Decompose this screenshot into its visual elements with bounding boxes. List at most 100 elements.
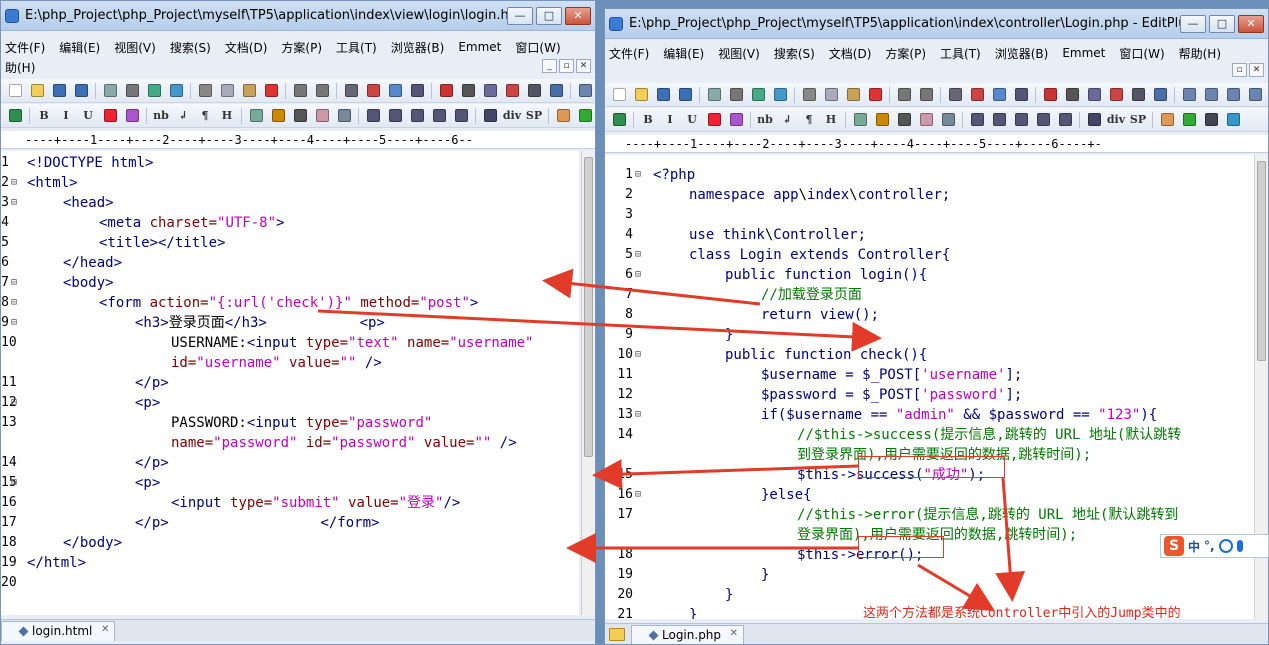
paste-icon[interactable] (843, 86, 863, 104)
left-menu-item[interactable]: 方案(P) (281, 39, 322, 56)
code-line[interactable]: 2 namespace app\index\controller; (605, 185, 1254, 205)
minimize-button[interactable]: — (507, 6, 533, 25)
code-line[interactable]: 17 </p> </form> (1, 513, 579, 533)
settings-icon[interactable] (1150, 86, 1170, 104)
fold-marker-icon[interactable]: ⊟ (635, 485, 641, 505)
code-line[interactable]: 11 $username = $_POST['username']; (605, 365, 1254, 385)
mdi-restore-button[interactable]: ▫ (559, 59, 574, 73)
settings-icon[interactable] (546, 82, 566, 100)
open-folder-icon[interactable] (631, 86, 651, 104)
table-icon[interactable] (363, 107, 383, 125)
code-line[interactable]: 3 ⊟ <head> (1, 193, 579, 213)
div-icon[interactable]: div (502, 107, 522, 125)
cut-icon[interactable] (799, 86, 819, 104)
color-grid-icon[interactable] (122, 107, 142, 125)
print-icon[interactable] (122, 82, 142, 100)
link-icon[interactable] (938, 111, 958, 129)
left-menu-item[interactable]: Emmet (458, 40, 501, 54)
close-button[interactable]: ✕ (1238, 14, 1264, 33)
panel3-icon[interactable] (1223, 86, 1243, 104)
div-text-icon[interactable] (480, 107, 500, 125)
cut-icon[interactable] (195, 82, 215, 100)
code-line[interactable]: 10 USERNAME:<input type="text" name="user… (1, 333, 579, 353)
list-icon[interactable] (290, 107, 310, 125)
list2-icon[interactable] (1055, 111, 1075, 129)
hr-icon[interactable]: H (821, 111, 841, 129)
fold-marker-icon[interactable]: ⊟ (11, 293, 17, 313)
right-menu-item[interactable]: Emmet (1062, 46, 1105, 60)
right-scroll-thumb[interactable] (1257, 161, 1266, 361)
panel2-icon[interactable] (1201, 86, 1221, 104)
table-icon[interactable] (967, 111, 987, 129)
fold-marker-icon[interactable]: ⊟ (11, 173, 17, 193)
code-line[interactable]: 3 (605, 205, 1254, 225)
code-line[interactable]: 17 //$this->error(提示信息,跳转的 URL 地址(默认跳转到 (605, 505, 1254, 525)
comment-icon[interactable] (916, 111, 936, 129)
code-line[interactable]: 13 ⊟ if($username == "admin" && $password … (605, 405, 1254, 425)
tab-close-icon[interactable]: ✕ (730, 628, 738, 639)
div-text-icon[interactable] (1084, 111, 1104, 129)
right-menu-item[interactable]: 工具(T) (940, 45, 981, 62)
image-icon[interactable] (850, 111, 870, 129)
replace-icon[interactable] (363, 82, 383, 100)
list2-icon[interactable] (451, 107, 471, 125)
undo-icon[interactable] (290, 82, 310, 100)
fold-marker-icon[interactable]: ⊟ (635, 245, 641, 265)
browser-icon[interactable] (770, 86, 790, 104)
code-line[interactable]: 20 (1, 573, 579, 593)
left-menu-item[interactable]: 文件(F) (5, 39, 45, 56)
indent-icon[interactable] (407, 82, 427, 100)
span-icon[interactable]: SP (524, 107, 544, 125)
right-menu-item[interactable]: 浏览器(B) (995, 45, 1049, 62)
close-button[interactable]: ✕ (565, 6, 591, 25)
left-menu-item[interactable]: 搜索(S) (170, 39, 211, 56)
code-line[interactable]: 8 ⊟ <form action="{:url('check')}" method=… (1, 293, 579, 313)
code-line[interactable]: 7 ⊟ <body> (1, 273, 579, 293)
code-line[interactable]: 16 <input type="submit" value="登录"/> (1, 493, 579, 513)
tab-close-icon[interactable]: ✕ (101, 624, 109, 635)
redo-icon[interactable] (916, 86, 936, 104)
div-icon[interactable]: div (1106, 111, 1126, 129)
left-menu-item[interactable]: 编辑(E) (59, 39, 100, 56)
nbsp-icon[interactable]: nb (755, 111, 775, 129)
code-line[interactable]: 10 ⊟ public function check(){ (605, 345, 1254, 365)
left-menu-item[interactable]: 窗口(W) (515, 39, 560, 56)
spell-check-icon[interactable] (144, 82, 164, 100)
code-line[interactable]: 19} (605, 565, 1254, 585)
mdi-minimize-button[interactable]: _ (542, 59, 557, 73)
font-icon[interactable] (1040, 86, 1060, 104)
new-file-icon[interactable] (609, 86, 629, 104)
code-line[interactable]: 14 </p> (1, 453, 579, 473)
copy-icon[interactable] (821, 86, 841, 104)
right-menu-item[interactable]: 搜索(S) (774, 45, 815, 62)
goto-icon[interactable] (989, 86, 1009, 104)
fold-marker-icon[interactable]: ⊟ (11, 393, 17, 413)
folder-icon[interactable] (609, 628, 625, 641)
left-code-editor[interactable]: 1 <!DOCTYPE html> 2 ⊟ <html> 3 ⊟ <head> 4 <meta c… (1, 151, 579, 615)
code-line[interactable]: 9} (605, 325, 1254, 345)
undo-icon[interactable] (894, 86, 914, 104)
right-menu-item[interactable]: 文档(D) (829, 45, 872, 62)
print-preview-icon[interactable] (100, 82, 120, 100)
ime-punctuation[interactable]: °, (1204, 539, 1215, 553)
anchor-icon[interactable] (872, 111, 892, 129)
save-all-icon[interactable] (71, 82, 91, 100)
check-icon[interactable] (575, 107, 595, 125)
line-numbers-icon[interactable] (502, 82, 522, 100)
span-icon[interactable]: SP (1128, 111, 1148, 129)
right-menu-item[interactable]: 文件(F) (609, 45, 649, 62)
left-scroll-thumb[interactable] (584, 157, 593, 457)
font-icon[interactable] (436, 82, 456, 100)
code-line[interactable]: 4 <meta charset="UTF-8"> (1, 213, 579, 233)
edit-icon[interactable] (553, 107, 573, 125)
color-grid-icon[interactable] (726, 111, 746, 129)
new-file-icon[interactable] (5, 82, 25, 100)
print-preview-icon[interactable] (704, 86, 724, 104)
code-line[interactable]: 18 </body> (1, 533, 579, 553)
code-line[interactable]: 11 </p> (1, 373, 579, 393)
fold-marker-icon[interactable]: ⊟ (635, 165, 641, 185)
goto-icon[interactable] (385, 82, 405, 100)
bold-icon[interactable]: B (34, 107, 54, 125)
fold-marker-icon[interactable]: ⊟ (635, 345, 641, 365)
para-icon[interactable]: ¶ (195, 107, 215, 125)
